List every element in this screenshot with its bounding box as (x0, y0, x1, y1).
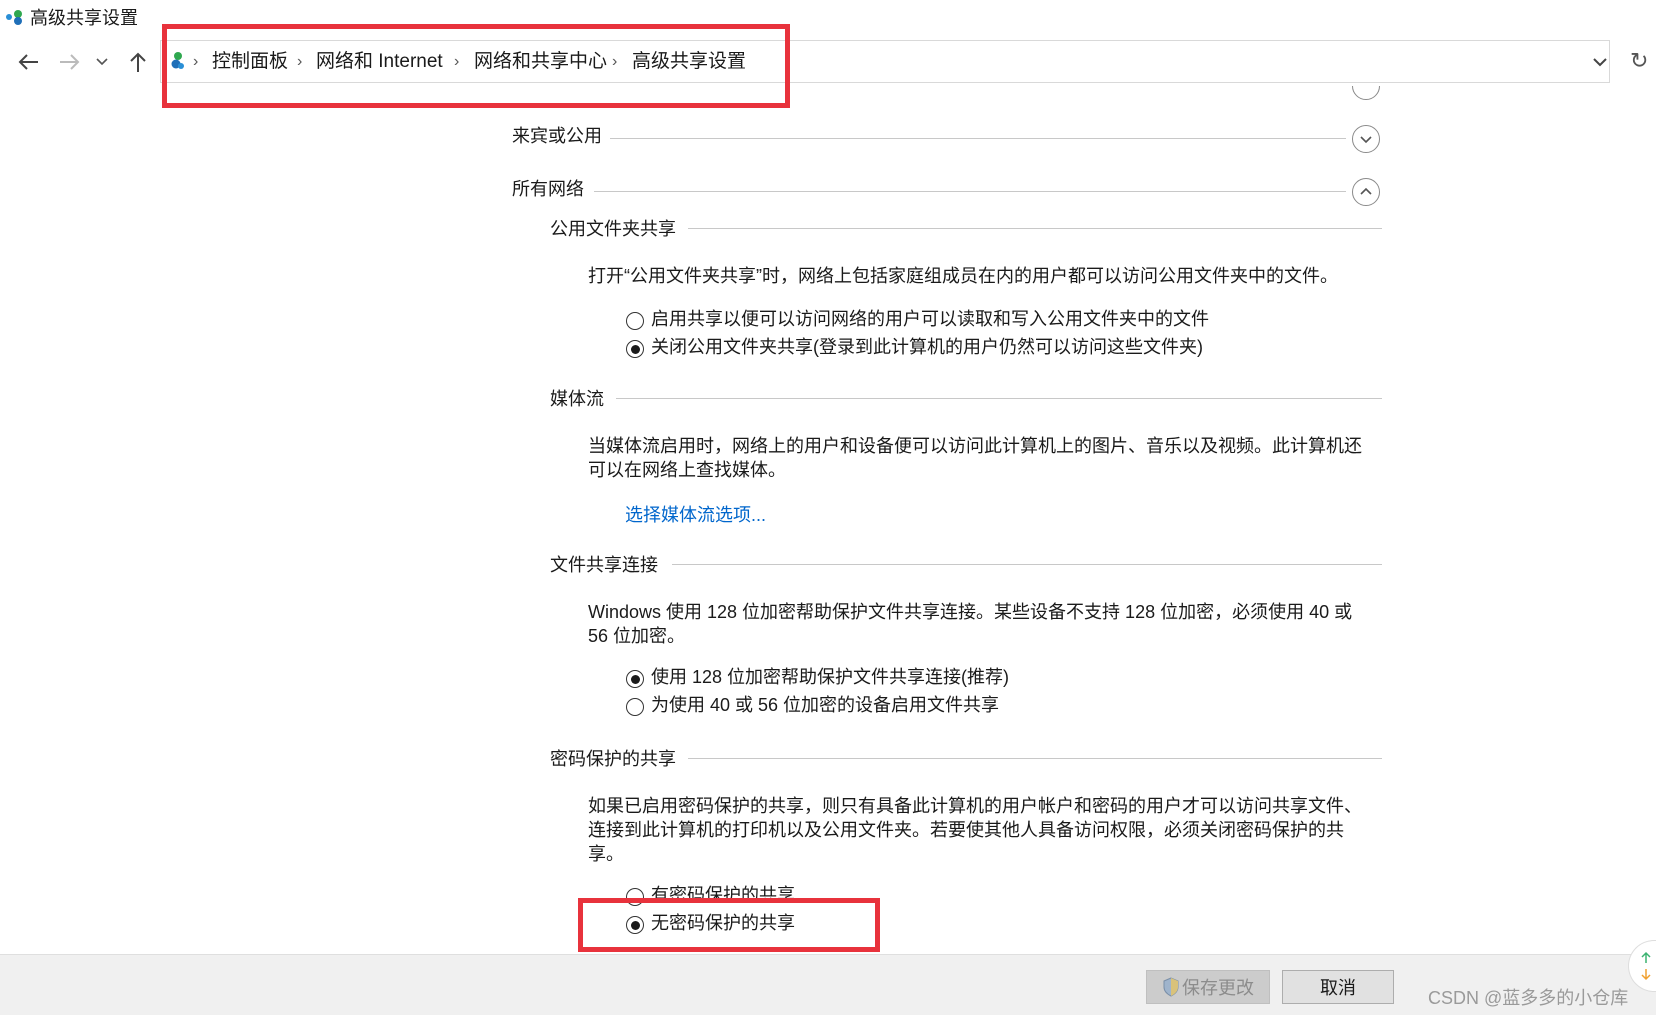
media-description-line1: 当媒体流启用时，网络上的用户和设备便可以访问此计算机上的图片、音乐以及视频。此计… (588, 436, 1362, 456)
divider (688, 758, 1382, 759)
radio-disable-public-sharing[interactable] (626, 340, 644, 358)
up-button[interactable] (124, 48, 152, 76)
chevron-down-icon (1360, 136, 1372, 144)
expand-guest-public-button[interactable] (1352, 125, 1380, 153)
refresh-icon[interactable]: ↻ (1630, 48, 1648, 74)
file-sharing-description-line1: Windows 使用 128 位加密帮助保护文件共享连接。某些设备不支持 128… (588, 602, 1353, 622)
save-changes-button[interactable]: 保存更改 (1146, 970, 1270, 1004)
divider (616, 398, 1382, 399)
up-down-arrows-icon (1641, 951, 1651, 981)
password-description-line3: 享。 (588, 844, 624, 864)
public-folder-sharing-title: 公用文件夹共享 (550, 219, 676, 239)
highlight-box-no-password (578, 898, 880, 952)
radio-enable-public-sharing[interactable] (626, 312, 644, 330)
file-sharing-connections-title: 文件共享连接 (550, 555, 658, 575)
back-button[interactable] (14, 48, 42, 76)
arrow-left-icon (18, 54, 38, 70)
arrow-right-icon (60, 54, 80, 70)
forward-button[interactable] (56, 48, 84, 76)
divider (672, 564, 1382, 565)
highlight-box-breadcrumb (162, 24, 790, 108)
profile-guest-public-label[interactable]: 来宾或公用 (512, 124, 602, 148)
cancel-button[interactable]: 取消 (1282, 970, 1394, 1004)
chevron-down-icon (96, 58, 108, 66)
radio-40-56bit-encryption-label[interactable]: 为使用 40 或 56 位加密的设备启用文件共享 (651, 693, 999, 717)
divider (594, 191, 1346, 192)
password-description-line2: 连接到此计算机的打印机以及公用文件夹。若要使其他人具备访问权限，必须关闭密码保护… (588, 820, 1344, 840)
network-app-icon (6, 10, 22, 25)
radio-disable-public-sharing-label[interactable]: 关闭公用文件夹共享(登录到此计算机的用户仍然可以访问这些文件夹) (651, 335, 1203, 359)
recent-locations-button[interactable] (92, 48, 112, 76)
chevron-up-icon (1360, 187, 1372, 195)
radio-selected-dot (630, 674, 640, 684)
window-title: 高级共享设置 (30, 8, 138, 28)
media-description-line2: 可以在网络上查找媒体。 (588, 460, 786, 480)
password-description-line1: 如果已启用密码保护的共享，则只有具备此计算机的用户帐户和密码的用户才可以访问共享… (588, 796, 1362, 816)
footer-bar (0, 954, 1656, 1015)
media-streaming-title: 媒体流 (550, 389, 604, 409)
csdn-watermark: CSDN @蓝多多的小仓库 (1428, 988, 1629, 1008)
uac-shield-icon (1163, 977, 1179, 997)
radio-selected-dot (630, 344, 640, 354)
divider (610, 138, 1346, 139)
arrow-up-icon (130, 52, 146, 72)
collapse-all-networks-button[interactable] (1352, 178, 1380, 206)
radio-40-56bit-encryption[interactable] (626, 698, 644, 716)
save-changes-label: 保存更改 (1182, 978, 1254, 998)
profile-all-networks-label[interactable]: 所有网络 (512, 177, 584, 201)
media-streaming-options-link[interactable]: 选择媒体流选项... (625, 503, 766, 527)
radio-enable-public-sharing-label[interactable]: 启用共享以便可以访问网络的用户可以读取和写入公用文件夹中的文件 (651, 307, 1209, 331)
password-sharing-title: 密码保护的共享 (550, 749, 676, 769)
public-folder-description: 打开“公用文件夹共享”时，网络上包括家庭组成员在内的用户都可以访问公用文件夹中的… (588, 266, 1338, 286)
radio-128bit-encryption[interactable] (626, 670, 644, 688)
file-sharing-description-line2: 56 位加密。 (588, 626, 686, 646)
radio-128bit-encryption-label[interactable]: 使用 128 位加密帮助保护文件共享连接(推荐) (651, 665, 1009, 689)
address-dropdown-chevron-icon[interactable] (1590, 52, 1610, 72)
divider (688, 228, 1382, 229)
